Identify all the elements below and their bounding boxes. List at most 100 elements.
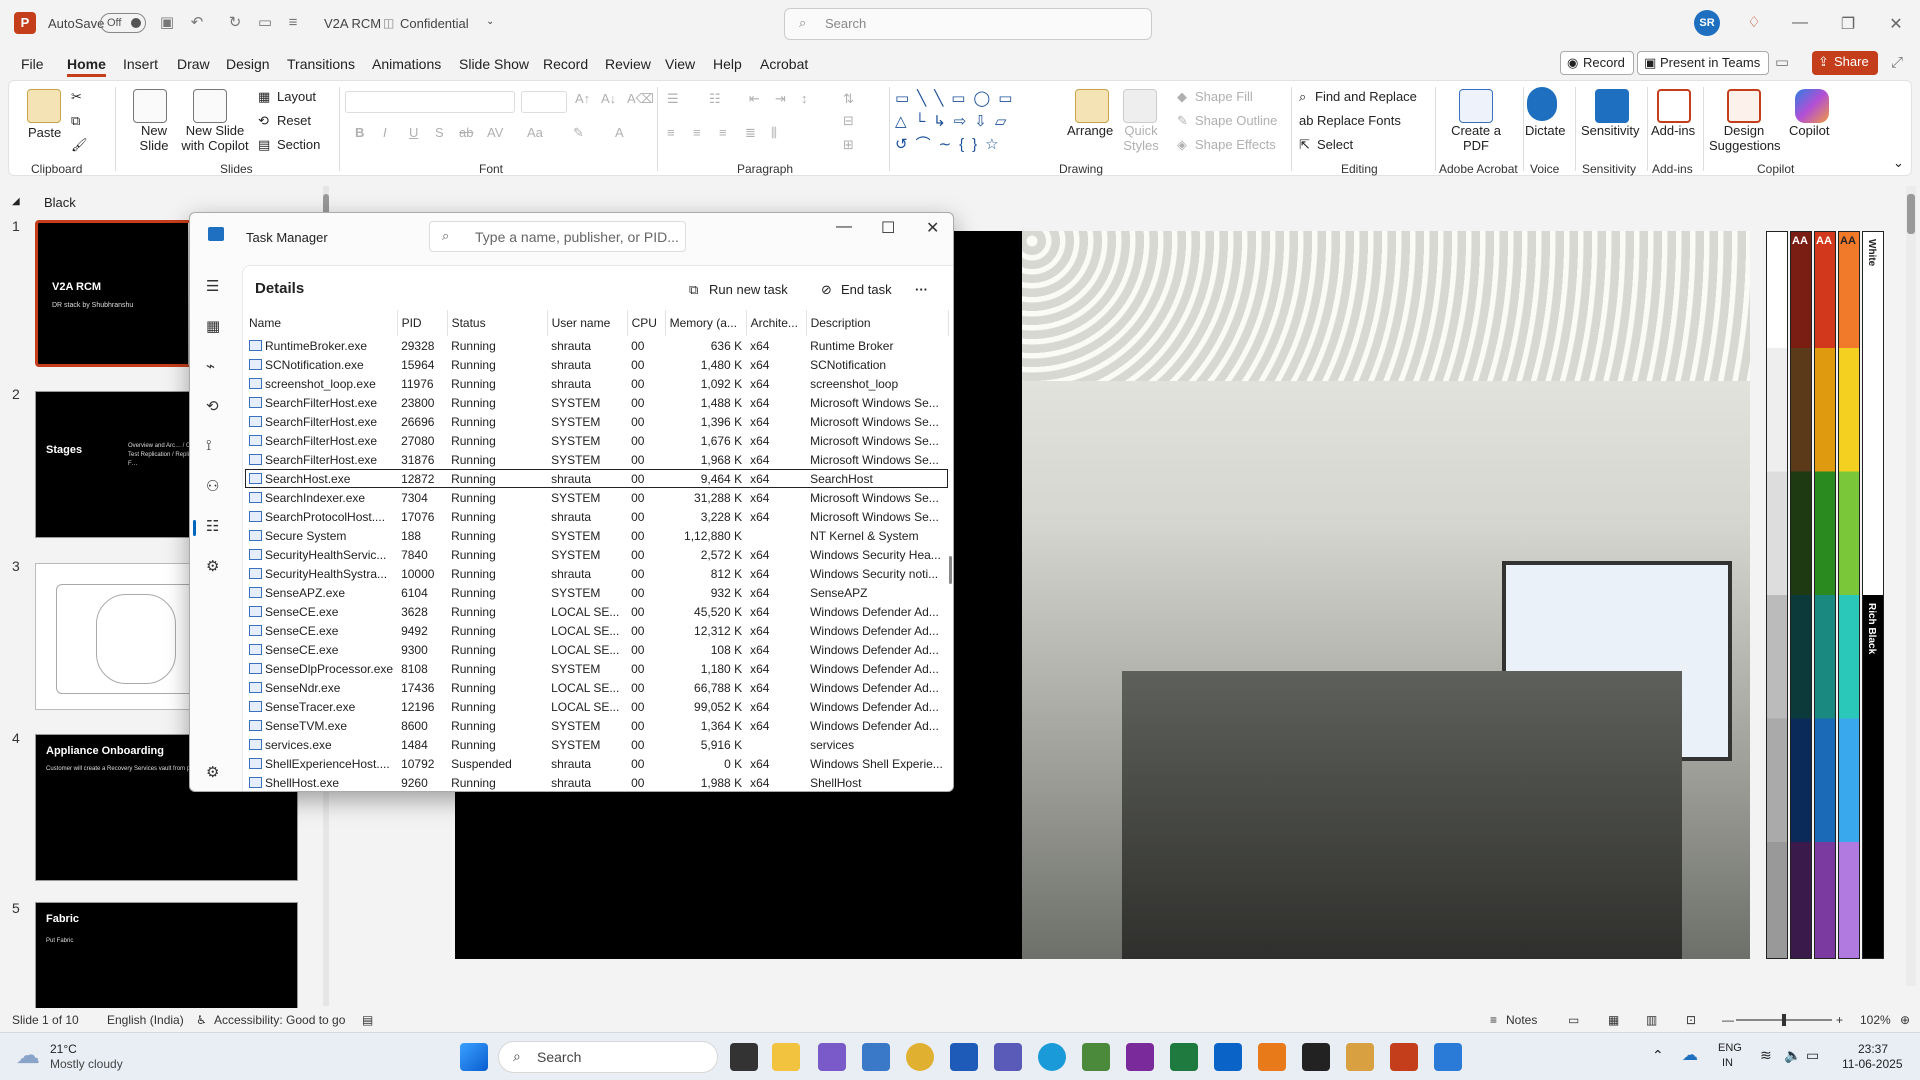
processes-icon[interactable]: ▦ [206,317,220,335]
tab-help[interactable]: Help [713,56,742,72]
shape-outline-button[interactable]: Shape Outline [1195,113,1277,128]
excel-icon[interactable] [1170,1043,1198,1071]
reading-view-icon[interactable]: ▥ [1646,1013,1657,1027]
font-name-select[interactable] [345,91,515,113]
sensitivity-button[interactable]: Sensitivity [1581,123,1640,138]
section-collapse-icon[interactable]: ◢ [12,196,20,207]
zoom-in-icon[interactable]: + [1836,1013,1843,1027]
autosave-toggle[interactable]: Off [100,13,146,33]
collapse-ribbon-icon[interactable]: ⌄ [1893,155,1904,171]
table-row[interactable]: SearchFilterHost.exe 27080 Running SYSTEM 00… [245,431,948,450]
restore-icon[interactable]: ❐ [1838,14,1858,34]
display-settings-icon[interactable]: ▤ [362,1013,373,1027]
clock-date[interactable]: 11-06-2025 [1842,1057,1903,1071]
start-icon[interactable] [460,1043,488,1071]
wifi-icon[interactable]: ≋ [1760,1047,1772,1064]
task-view-icon[interactable] [730,1043,758,1071]
table-row[interactable]: SenseCE.exe 3628 Running LOCAL SE... 00 45,52… [245,602,948,621]
reset-button[interactable]: Reset [277,113,311,128]
arrange-button[interactable]: Arrange [1067,123,1113,138]
table-row[interactable]: SecurityHealthServic... 7840 Running SYSTEM… [245,545,948,564]
paste-icon[interactable] [27,89,61,123]
increase-indent-icon[interactable]: ⇥ [775,91,786,107]
table-row[interactable]: SenseCE.exe 9492 Running LOCAL SE... 00 12,31… [245,621,948,640]
column-header[interactable]: Description [806,310,949,336]
tab-review[interactable]: Review [605,56,651,72]
column-header[interactable]: PID [397,310,448,336]
cut-icon[interactable]: ✂ [71,89,82,105]
clock-time[interactable]: 23:37 [1858,1042,1888,1056]
services-icon[interactable]: ⚙ [206,557,219,575]
create-pdf-icon[interactable] [1459,89,1493,123]
add-ins-icon[interactable] [1657,89,1691,123]
search-input[interactable]: ⌕ Type a name, publisher, or PID... [429,221,686,252]
present-from-start-icon[interactable]: ▭ [256,14,274,32]
chevron-down-icon[interactable]: ⌄ [486,16,494,27]
table-row[interactable]: SenseDlpProcessor.exe 8108 Running SYSTEM 00… [245,659,948,678]
terminal-icon[interactable] [1302,1043,1330,1071]
copilot-icon[interactable] [1795,89,1829,123]
battery-icon[interactable]: ▭ [1806,1047,1819,1064]
language-code[interactable]: ENG [1718,1042,1742,1054]
accessibility-status[interactable]: Accessibility: Good to go [214,1013,345,1027]
decrease-indent-icon[interactable]: ⇤ [749,91,760,107]
word-icon[interactable] [950,1043,978,1071]
tab-design[interactable]: Design [226,56,270,72]
strikethrough-icon[interactable]: ab [459,125,473,140]
slide-sorter-icon[interactable]: ▦ [1608,1013,1619,1027]
align-center-icon[interactable]: ≡ [693,125,701,140]
taskbar-search[interactable]: ⌕ Search [498,1041,718,1073]
smartart-icon[interactable]: ⊞ [843,137,854,153]
tab-file[interactable]: File [21,56,44,72]
decrease-font-icon[interactable]: A↓ [601,91,616,106]
highlight-icon[interactable]: ✎ [573,125,584,141]
arrange-icon[interactable] [1075,89,1109,123]
performance-icon[interactable]: ⌁ [206,357,215,375]
settings-icon[interactable]: ⚙ [206,763,219,781]
italic-icon[interactable]: I [383,125,387,140]
dictate-button[interactable]: Dictate [1525,123,1565,138]
section-button[interactable]: Section [277,137,320,152]
tab-draw[interactable]: Draw [177,56,210,72]
table-row[interactable]: SecurityHealthSystra... 10000 Running shrau… [245,564,948,583]
font-color-icon[interactable]: A [615,125,624,140]
sensitivity-icon[interactable] [1595,89,1629,123]
layout-button[interactable]: Layout [277,89,316,104]
normal-view-icon[interactable]: ▭ [1568,1013,1579,1027]
app-icon[interactable] [1346,1043,1374,1071]
table-row[interactable]: SearchFilterHost.exe 31876 Running SYSTEM 00… [245,450,948,469]
align-right-icon[interactable]: ≡ [719,125,727,140]
new-slide-button[interactable]: New Slide [134,123,174,153]
copilot-pane-icon[interactable]: ⤢ [1888,54,1906,72]
create-pdf-button[interactable]: Create a PDF [1449,123,1503,153]
present-in-teams-button[interactable]: ▣ Present in Teams [1637,51,1770,75]
design-suggestions-icon[interactable] [1727,89,1761,123]
change-case-icon[interactable]: Aa [527,125,543,140]
paste-button[interactable]: Paste [28,125,61,140]
new-slide-copilot-icon[interactable] [193,89,227,123]
sensitivity-label[interactable]: Confidential [400,16,469,31]
details-icon[interactable]: ☷ [206,517,219,535]
line-spacing-icon[interactable]: ↕ [801,91,808,106]
teams-icon[interactable] [994,1043,1022,1071]
table-row[interactable]: screenshot_loop.exe 11976 Running shrauta 00… [245,374,948,393]
undo-icon[interactable]: ↶ [188,14,206,32]
temperature[interactable]: 21°C [50,1042,77,1056]
onedrive-icon[interactable]: ☁ [1682,1045,1698,1065]
zoom-out-icon[interactable]: — [1722,1013,1734,1027]
table-row[interactable]: SenseTVM.exe 8600 Running SYSTEM 00 1,364 K x6… [245,716,948,735]
show-hidden-icons[interactable]: ⌃ [1652,1047,1664,1064]
fit-to-window-icon[interactable]: ⊕ [1900,1013,1910,1027]
table-row[interactable]: SearchHost.exe 12872 Running shrauta 00 9,464… [245,469,948,488]
column-header[interactable]: Name [245,310,398,336]
app-icon[interactable] [818,1043,846,1071]
table-row[interactable]: Secure System 188 Running SYSTEM 00 1,12,880 … [245,526,948,545]
microphone-icon[interactable] [1527,87,1557,121]
shape-fill-button[interactable]: Shape Fill [1195,89,1253,104]
tab-acrobat[interactable]: Acrobat [760,56,808,72]
tab-slide-show[interactable]: Slide Show [459,56,529,72]
table-row[interactable]: SenseCE.exe 9300 Running LOCAL SE... 00 108 K… [245,640,948,659]
tab-transitions[interactable]: Transitions [287,56,355,72]
font-size-select[interactable] [521,91,567,113]
file-name[interactable]: V2A RCM [324,16,381,31]
